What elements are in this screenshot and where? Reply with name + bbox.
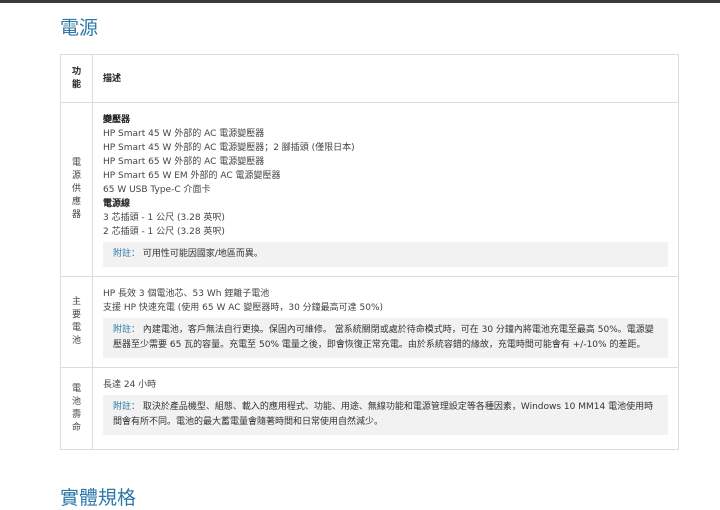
header-description: 描述	[92, 54, 679, 103]
note-text: 內建電池，客戶無法自行更換。保固內可維修。 當系統關閉或處於待命模式時，可在 3…	[113, 325, 654, 350]
power-cord-item: 2 芯插頭 - 1 公尺 (3.28 英呎)	[103, 227, 225, 237]
battery-item: HP 長效 3 個電池芯、53 Wh 鋰離子電池	[103, 289, 270, 299]
feature-char: 命	[71, 422, 81, 433]
feature-char: 壽	[71, 409, 81, 420]
feature-char: 池	[71, 336, 81, 346]
note-label: 附註：	[113, 249, 141, 259]
power-spec-table: 功能 描述 電源供應器 變壓器 HP Smart 45 W 外部的 AC 電源變…	[60, 54, 679, 450]
feature-char: 池	[71, 396, 81, 407]
feature-char: 電	[71, 323, 81, 333]
feature-cell: 電池壽命	[60, 367, 93, 450]
battery-life-item: 長達 24 小時	[103, 380, 157, 390]
table-row: 電池壽命 長達 24 小時 附註： 取決於產品機型、組態、載入的應用程式、功能、…	[60, 367, 679, 450]
feature-primary-battery: 主要電池	[62, 296, 91, 348]
feature-char: 應	[71, 197, 81, 207]
header-char: 能	[71, 79, 81, 90]
note-box: 附註： 內建電池，客戶無法自行更換。保固內可維修。 當系統關閉或處於待命模式時，…	[103, 318, 668, 358]
feature-power-supply: 電源供應器	[62, 157, 91, 222]
adapter-item: HP Smart 45 W 外部的 AC 電源變壓器；2 腳插頭 (僅限日本)	[103, 143, 355, 153]
adapter-item: HP Smart 45 W 外部的 AC 電源變壓器	[103, 129, 265, 139]
feature-char: 器	[71, 210, 81, 220]
note-text: 取決於產品機型、組態、載入的應用程式、功能、用途、無線功能和電源管理設定等各種因…	[113, 402, 654, 427]
table-row: 主要電池 HP 長效 3 個電池芯、53 Wh 鋰離子電池 支援 HP 快速充電…	[60, 276, 679, 368]
top-bar	[0, 0, 720, 3]
note-text: 可用性可能因國家/地區而異。	[142, 249, 263, 259]
adapter-item: HP Smart 65 W 外部的 AC 電源變壓器	[103, 157, 265, 167]
note-label: 附註：	[113, 325, 141, 335]
table-header-row: 功能 描述	[60, 54, 679, 103]
battery-item: 支援 HP 快速充電 (使用 65 W AC 變壓器時，30 分鐘最高可達 50…	[103, 303, 384, 313]
subheading-adapter: 變壓器	[103, 115, 131, 125]
next-section-title: 實體規格	[60, 487, 137, 509]
feature-char: 電	[71, 158, 81, 168]
adapter-item: HP Smart 65 W EM 外部的 AC 電源變壓器	[103, 171, 281, 181]
table-row: 電源供應器 變壓器 HP Smart 45 W 外部的 AC 電源變壓器 HP …	[60, 102, 679, 277]
header-function-label: 功能	[62, 66, 91, 92]
adapter-item: 65 W USB Type-C 介面卡	[103, 185, 211, 195]
feature-char: 電	[71, 383, 81, 394]
description-cell: HP 長效 3 個電池芯、53 Wh 鋰離子電池 支援 HP 快速充電 (使用 …	[92, 276, 679, 368]
header-char: 功	[71, 66, 81, 77]
power-cord-item: 3 芯插頭 - 1 公尺 (3.28 英呎)	[103, 213, 225, 223]
feature-battery-life: 電池壽命	[62, 383, 91, 435]
note-label: 附註：	[113, 402, 141, 412]
subheading-power-cord: 電源線	[103, 199, 131, 209]
description-cell: 長達 24 小時 附註： 取決於產品機型、組態、載入的應用程式、功能、用途、無線…	[92, 367, 679, 450]
feature-char: 供	[71, 184, 81, 194]
header-function: 功能	[60, 54, 93, 103]
feature-char: 源	[71, 171, 81, 181]
note-box: 附註： 取決於產品機型、組態、載入的應用程式、功能、用途、無線功能和電源管理設定…	[103, 395, 668, 435]
section-title: 電源	[60, 17, 99, 39]
description-cell: 變壓器 HP Smart 45 W 外部的 AC 電源變壓器 HP Smart …	[92, 102, 679, 277]
feature-cell: 電源供應器	[60, 102, 93, 277]
note-box: 附註： 可用性可能因國家/地區而異。	[103, 242, 668, 267]
feature-char: 要	[71, 310, 81, 320]
feature-char: 主	[71, 297, 81, 307]
feature-cell: 主要電池	[60, 276, 93, 368]
